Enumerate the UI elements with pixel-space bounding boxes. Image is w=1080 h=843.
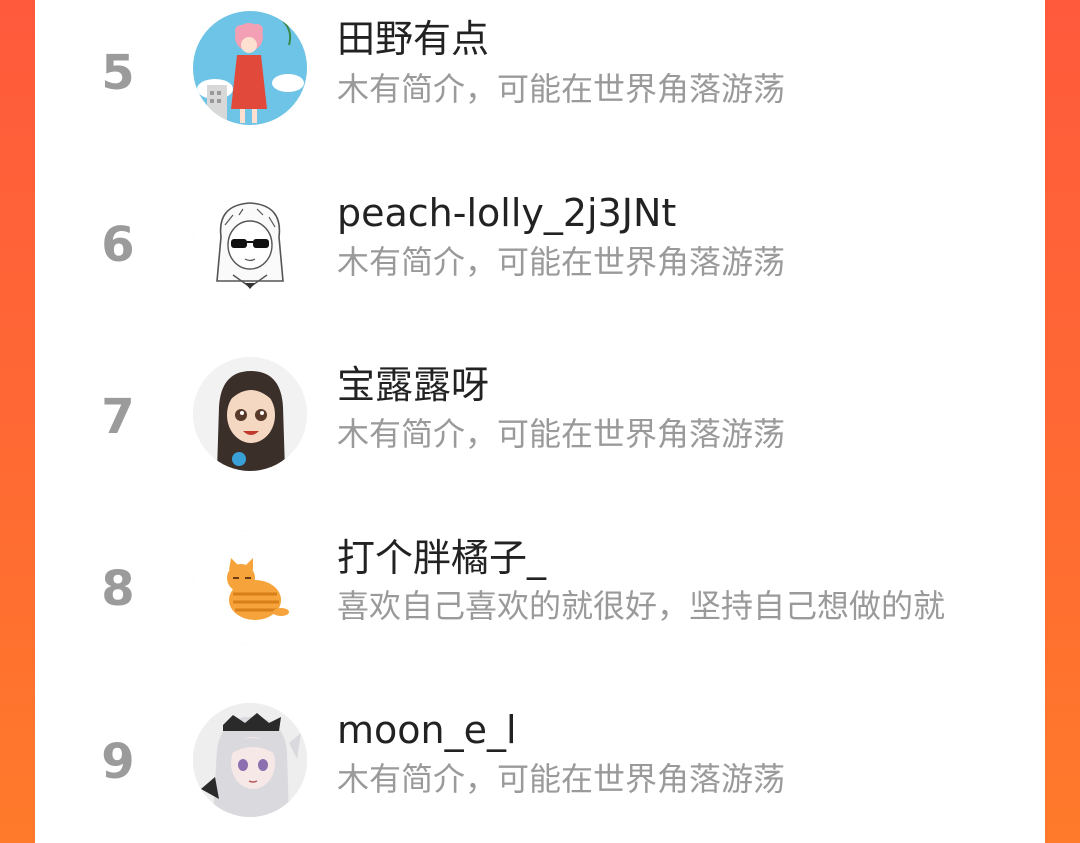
- ranking-list-item[interactable]: 6 peach-lolly_2j3JNt 木有简介，可能在世界角落游荡: [35, 172, 1045, 344]
- user-bio: 木有简介，可能在世界角落游荡: [337, 243, 786, 281]
- user-bio: 木有简介，可能在世界角落游荡: [337, 760, 786, 798]
- ranking-page: 5 田野有点 木有简介，可能在世界角落游荡 6 peach-lolly_2j3J…: [0, 0, 1080, 843]
- long-hair-girl-avatar-icon[interactable]: [193, 357, 307, 471]
- white-hair-anime-avatar-icon[interactable]: [193, 703, 307, 817]
- rank-number: 5: [101, 45, 135, 101]
- ranking-list-item[interactable]: 7 宝露露呀 木有简介，可能在世界角落游荡: [35, 344, 1045, 516]
- girl-red-dress-avatar-icon[interactable]: [193, 11, 307, 125]
- user-name[interactable]: 田野有点: [337, 17, 489, 63]
- orange-cat-avatar-icon[interactable]: [193, 530, 307, 644]
- user-name[interactable]: moon_e_l: [337, 708, 517, 754]
- rank-number: 8: [101, 561, 135, 617]
- ranking-list-panel: 5 田野有点 木有简介，可能在世界角落游荡 6 peach-lolly_2j3J…: [35, 0, 1045, 843]
- ranking-list-item[interactable]: 8 打个胖橘子_ 喜欢自己喜欢的就很好，坚持自己想做的就: [35, 516, 1045, 688]
- ranking-list-item[interactable]: 9 moon_e_l 木有简介，可能在世界角落游荡: [35, 688, 1045, 843]
- user-bio: 木有简介，可能在世界角落游荡: [337, 70, 786, 108]
- sunglasses-girl-sketch-avatar-icon[interactable]: [193, 185, 307, 299]
- user-name[interactable]: 宝露露呀: [337, 363, 489, 409]
- rank-number: 7: [101, 389, 135, 445]
- user-name[interactable]: 打个胖橘子_: [337, 536, 546, 582]
- ranking-list-item[interactable]: 5 田野有点 木有简介，可能在世界角落游荡: [35, 0, 1045, 172]
- user-name[interactable]: peach-lolly_2j3JNt: [337, 191, 676, 237]
- rank-number: 9: [101, 734, 135, 790]
- rank-number: 6: [101, 217, 135, 273]
- user-bio: 喜欢自己喜欢的就很好，坚持自己想做的就: [337, 587, 946, 625]
- user-bio: 木有简介，可能在世界角落游荡: [337, 415, 786, 453]
